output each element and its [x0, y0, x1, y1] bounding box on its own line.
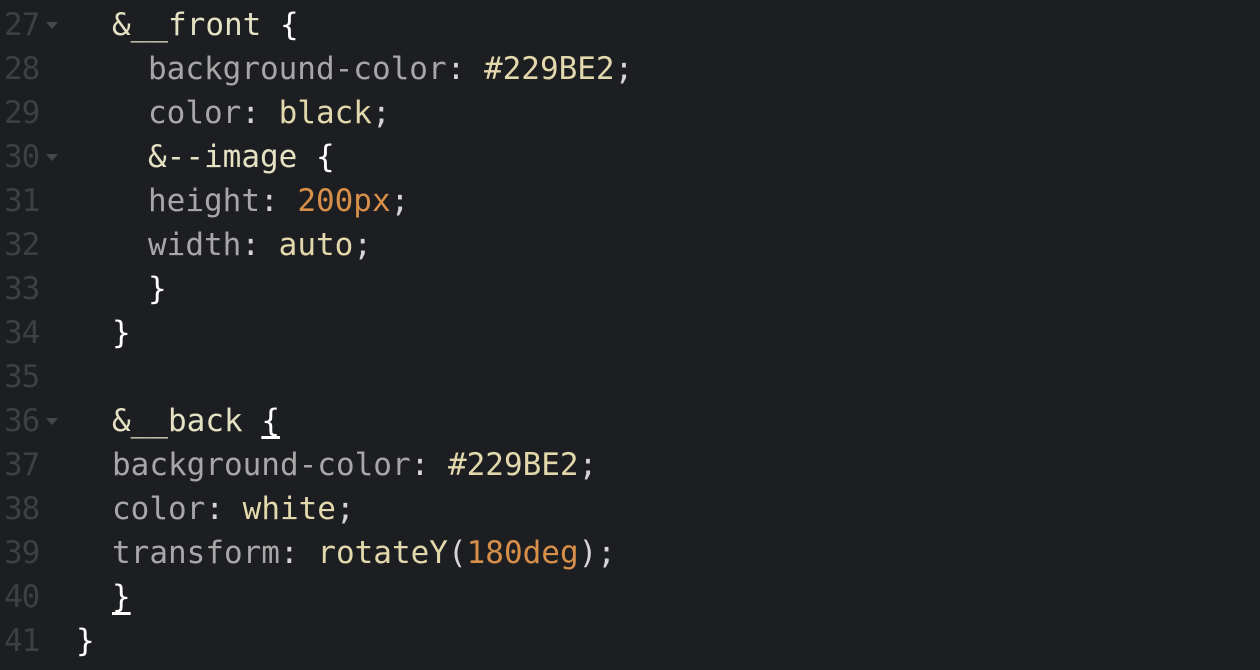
code-line[interactable]: 34}	[0, 311, 1260, 355]
code-token: auto	[278, 227, 354, 263]
code-token: ;	[614, 51, 634, 87]
code-token: #229BE2	[483, 51, 615, 87]
code-token: width	[148, 227, 242, 263]
code-token: :	[410, 447, 448, 483]
code-line[interactable]: 37 background-color: #229BE2;	[0, 443, 1260, 487]
line-number: 27	[4, 7, 40, 43]
code-token: transform	[112, 535, 280, 571]
code-text[interactable]: background-color: #229BE2;	[148, 47, 633, 91]
line-number: 31	[4, 183, 40, 219]
code-line[interactable]: 35	[0, 355, 1260, 399]
code-token: }	[76, 623, 95, 659]
code-line[interactable]: 41}	[0, 619, 1260, 663]
code-token: ;	[390, 183, 410, 219]
line-number: 34	[4, 315, 40, 351]
code-line[interactable]: 38 color: white;	[0, 487, 1260, 531]
code-token: background-color	[148, 51, 447, 87]
code-token: white	[242, 491, 336, 527]
code-line[interactable]: 27 &__front {	[0, 3, 1260, 47]
code-line[interactable]: 31 height: 200px;	[0, 179, 1260, 223]
code-text[interactable]: height: 200px;	[148, 179, 409, 223]
code-token: :	[446, 51, 484, 87]
code-token: {	[315, 139, 335, 175]
code-token: }	[148, 271, 167, 307]
code-token: ;	[371, 95, 391, 131]
line-number: 30	[4, 139, 40, 175]
code-line[interactable]: 40}	[0, 575, 1260, 619]
code-token: black	[278, 95, 372, 131]
code-token: color	[112, 491, 206, 527]
line-number: 35	[4, 359, 40, 395]
line-number: 36	[4, 403, 40, 439]
code-text[interactable]: }	[112, 575, 131, 619]
code-token: {	[279, 7, 299, 43]
code-text[interactable]: }	[76, 619, 95, 663]
code-line[interactable]: 33}	[0, 267, 1260, 311]
code-token: ;	[335, 491, 355, 527]
code-token: &__front	[112, 7, 262, 43]
line-number: 40	[4, 579, 40, 615]
code-token: 200px	[297, 183, 391, 219]
code-text[interactable]: background-color: #229BE2;	[112, 443, 597, 487]
line-number: 37	[4, 447, 40, 483]
code-text[interactable]: color: white;	[112, 487, 355, 531]
code-line[interactable]: 39 transform: rotateY(180deg);	[0, 531, 1260, 575]
code-token: &__back	[112, 403, 243, 439]
code-token: color	[148, 95, 242, 131]
code-token: :	[205, 491, 243, 527]
code-token: (	[447, 535, 467, 571]
code-token: :	[241, 227, 279, 263]
fold-toggle-icon[interactable]	[46, 22, 58, 29]
code-text[interactable]: width: auto;	[148, 223, 372, 267]
code-token: &--image	[148, 139, 298, 175]
code-line[interactable]: 36 &__back {	[0, 399, 1260, 443]
line-number: 32	[4, 227, 40, 263]
code-text[interactable]: &__front {	[112, 3, 299, 47]
line-number: 39	[4, 535, 40, 571]
line-number: 41	[4, 623, 40, 659]
code-token: height	[148, 183, 260, 219]
code-token: );	[578, 535, 616, 571]
fold-toggle-icon[interactable]	[46, 418, 58, 425]
code-text[interactable]: &__back {	[112, 399, 280, 443]
code-line[interactable]: 28 background-color: #229BE2;	[0, 47, 1260, 91]
code-token: ;	[353, 227, 372, 263]
code-line[interactable]: 30 &--image {	[0, 135, 1260, 179]
code-token: :	[241, 95, 279, 131]
line-number: 29	[4, 95, 40, 131]
code-token: ;	[578, 447, 598, 483]
fold-toggle-icon[interactable]	[46, 154, 58, 161]
code-token: :	[259, 183, 298, 219]
code-text[interactable]: color: black;	[148, 91, 391, 135]
code-token: 180deg	[466, 535, 579, 571]
code-token: {	[261, 403, 280, 439]
code-token: rotateY	[317, 535, 448, 571]
code-text[interactable]: }	[148, 267, 167, 311]
code-token: }	[112, 579, 131, 615]
code-text[interactable]: &--image {	[148, 135, 335, 179]
line-number: 33	[4, 271, 40, 307]
code-text[interactable]: transform: rotateY(180deg);	[112, 531, 616, 575]
code-editor[interactable]: 27 &__front {28 background-color: #229BE2;…	[0, 0, 1260, 670]
code-token: #229BE2	[447, 447, 579, 483]
code-line[interactable]: 29 color: black;	[0, 91, 1260, 135]
line-number: 28	[4, 51, 40, 87]
code-text[interactable]: }	[112, 311, 131, 355]
line-number: 38	[4, 491, 40, 527]
code-token: background-color	[112, 447, 411, 483]
code-line[interactable]: 32 width: auto;	[0, 223, 1260, 267]
code-token: :	[279, 535, 318, 571]
code-token: }	[112, 315, 131, 351]
